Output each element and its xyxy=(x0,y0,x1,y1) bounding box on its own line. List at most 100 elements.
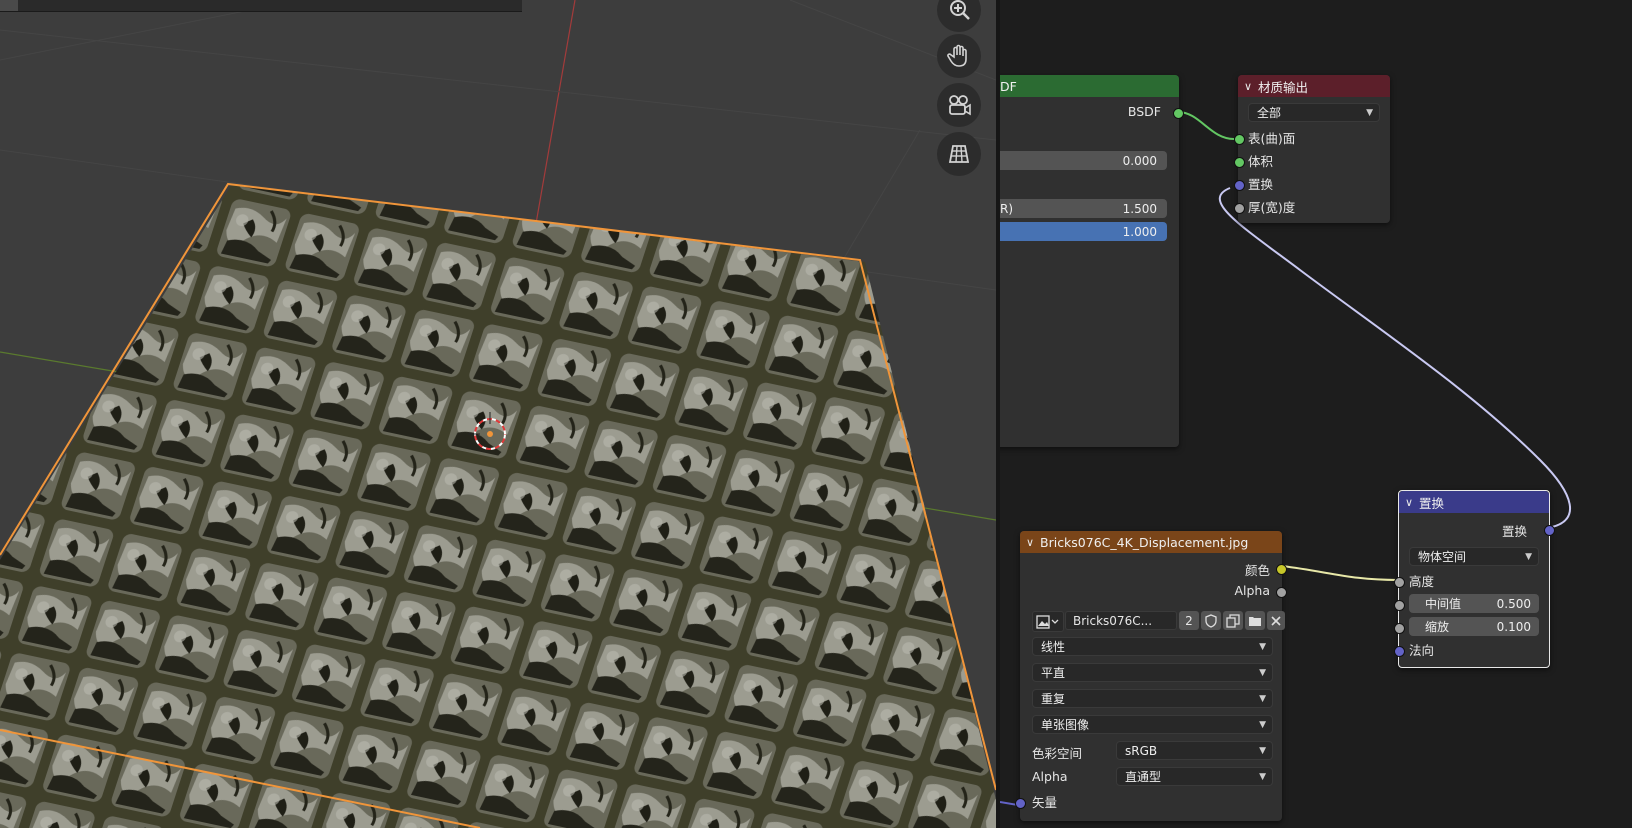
colorspace-dropdown[interactable]: sRGB ▼ xyxy=(1116,741,1273,760)
bsdf-value-field-1[interactable]: 0.000 xyxy=(1000,151,1167,170)
displacement-input-socket[interactable] xyxy=(1234,180,1245,191)
bsdf-value-1: 0.000 xyxy=(1122,153,1157,168)
bsdf-ior-label: R) xyxy=(1000,201,1014,216)
camera-view-icon xyxy=(949,95,971,116)
projection-dropdown[interactable]: 平直 ▼ xyxy=(1032,663,1273,682)
alpha-mode-value: 直通型 xyxy=(1125,770,1162,784)
bsdf-value-3: 1.000 xyxy=(1122,224,1157,239)
chevron-down-icon: ▼ xyxy=(1259,693,1266,704)
extension-dropdown[interactable]: 重复 ▼ xyxy=(1032,689,1273,708)
interpolation-value: 线性 xyxy=(1041,640,1066,654)
duplicate-image-button[interactable] xyxy=(1223,611,1243,630)
principled-bsdf-node[interactable]: DF BSDF 0.000 R) 1.500 1.000 xyxy=(1000,75,1184,447)
midlevel-label: 中间值 xyxy=(1425,597,1462,611)
source-dropdown[interactable]: 单张图像 ▼ xyxy=(1032,715,1273,734)
link-displacement xyxy=(1218,187,1572,528)
alpha-mode-label: Alpha xyxy=(1032,769,1068,784)
material-output-target-dropdown[interactable]: 全部 ▼ xyxy=(1248,103,1380,122)
viewport-header-bar[interactable] xyxy=(0,0,522,12)
link-bsdf-surface xyxy=(1177,111,1235,140)
zoom-icon xyxy=(950,0,970,20)
bsdf-ior-field[interactable]: R) 1.500 xyxy=(1000,199,1167,218)
displacement-node[interactable]: ∨ 置换 置换 物体空间 ▼ 高度 中间值 0.500 缩放 0.100 法向 xyxy=(1394,490,1555,668)
close-icon xyxy=(1271,615,1281,626)
displacement-output-socket[interactable] xyxy=(1544,525,1555,536)
normal-input-socket[interactable] xyxy=(1394,646,1405,657)
collapse-chevron-icon[interactable]: ∨ xyxy=(1026,536,1040,549)
chevron-down-icon: ▼ xyxy=(1259,719,1266,730)
chevron-down-icon: ▼ xyxy=(1259,667,1266,678)
ortho-toggle-button[interactable] xyxy=(937,132,981,176)
vector-input-socket[interactable] xyxy=(1015,798,1026,809)
midlevel-value: 0.500 xyxy=(1496,596,1531,611)
chevron-down-icon: ▼ xyxy=(1366,107,1373,118)
bsdf-value-field-3[interactable]: 1.000 xyxy=(1000,222,1167,241)
collapse-chevron-icon[interactable]: ∨ xyxy=(1405,496,1419,509)
alpha-output-socket[interactable] xyxy=(1276,587,1287,598)
material-output-target-value: 全部 xyxy=(1257,106,1282,120)
vector-input-label: 矢量 xyxy=(1032,795,1058,810)
header-corner xyxy=(0,0,18,11)
interpolation-dropdown[interactable]: 线性 ▼ xyxy=(1032,637,1273,656)
viewport-scene xyxy=(0,0,996,828)
color-output-label: 颜色 xyxy=(1244,563,1270,578)
normal-input-label: 法向 xyxy=(1409,643,1435,658)
displacement-node-header[interactable]: ∨ 置换 xyxy=(1399,491,1549,513)
image-texture-title: Bricks076C_4K_Displacement.jpg xyxy=(1040,534,1249,550)
image-name-value: Bricks076C... xyxy=(1073,613,1153,628)
volume-input-label: 体积 xyxy=(1248,154,1274,169)
image-texture-header[interactable]: ∨ Bricks076C_4K_Displacement.jpg xyxy=(1020,531,1282,553)
chevron-down-icon: ▼ xyxy=(1525,551,1532,562)
image-users-count[interactable]: 2 xyxy=(1179,611,1199,630)
bsdf-output-socket[interactable] xyxy=(1173,108,1184,119)
chevron-down-icon: ▼ xyxy=(1259,745,1266,756)
users-count-value: 2 xyxy=(1185,613,1193,628)
displacement-node-title: 置换 xyxy=(1419,495,1445,511)
bsdf-node-title: DF xyxy=(1000,78,1017,94)
alpha-output-label: Alpha xyxy=(1234,583,1270,598)
space-dropdown[interactable]: 物体空间 ▼ xyxy=(1409,547,1539,566)
camera-view-button[interactable] xyxy=(937,83,981,127)
bsdf-node-header[interactable]: DF xyxy=(1000,75,1179,97)
image-texture-node[interactable]: ∨ Bricks076C_4K_Displacement.jpg 颜色 Alph… xyxy=(1015,531,1287,821)
shield-icon xyxy=(1205,613,1217,628)
displacement-input-label: 置换 xyxy=(1248,177,1274,192)
chevron-down-icon: ▼ xyxy=(1259,771,1266,782)
bsdf-output-label: BSDF xyxy=(1127,104,1161,119)
scale-input-socket[interactable] xyxy=(1394,623,1405,634)
3d-viewport[interactable] xyxy=(0,0,996,828)
volume-input-socket[interactable] xyxy=(1234,157,1245,168)
hand-pan-icon xyxy=(947,44,967,67)
material-output-header[interactable]: ∨ 材质输出 xyxy=(1238,75,1390,97)
image-name-field[interactable]: Bricks076C... xyxy=(1065,611,1177,630)
chevron-down-icon: ▼ xyxy=(1259,641,1266,652)
link-color-height xyxy=(1281,565,1399,581)
color-output-socket[interactable] xyxy=(1276,564,1287,575)
surface-input-socket[interactable] xyxy=(1234,134,1245,145)
alpha-mode-dropdown[interactable]: 直通型 ▼ xyxy=(1116,767,1273,786)
source-value: 单张图像 xyxy=(1041,718,1090,732)
grid-ortho-icon xyxy=(948,145,970,163)
projection-value: 平直 xyxy=(1041,666,1066,680)
material-output-title: 材质输出 xyxy=(1258,79,1309,95)
thickness-input-socket[interactable] xyxy=(1234,203,1245,214)
surface-input-label: 表(曲)面 xyxy=(1248,131,1296,146)
collapse-chevron-icon[interactable]: ∨ xyxy=(1244,80,1258,93)
space-value: 物体空间 xyxy=(1418,550,1467,564)
shader-node-editor[interactable]: DF BSDF 0.000 R) 1.500 1.000 ∨ 材质输出 全部 ▼ 表… xyxy=(1000,0,1632,828)
image-browse-button[interactable] xyxy=(1032,611,1064,632)
duplicate-icon xyxy=(1226,613,1240,628)
height-input-socket[interactable] xyxy=(1394,577,1405,588)
pan-button[interactable] xyxy=(937,34,981,78)
thickness-input-label: 厚(宽)度 xyxy=(1248,200,1296,215)
height-input-label: 高度 xyxy=(1409,574,1435,589)
colorspace-label: 色彩空间 xyxy=(1032,746,1083,761)
midlevel-input-socket[interactable] xyxy=(1394,600,1405,611)
material-output-node[interactable]: ∨ 材质输出 全部 ▼ 表(曲)面 体积 置换 厚(宽)度 xyxy=(1234,75,1390,223)
scale-field[interactable]: 缩放 0.100 xyxy=(1409,617,1539,636)
midlevel-field[interactable]: 中间值 0.500 xyxy=(1409,594,1539,613)
folder-icon xyxy=(1249,616,1261,626)
open-image-button[interactable] xyxy=(1245,611,1265,630)
unlink-image-button[interactable] xyxy=(1267,611,1285,630)
fake-user-button[interactable] xyxy=(1201,611,1221,630)
